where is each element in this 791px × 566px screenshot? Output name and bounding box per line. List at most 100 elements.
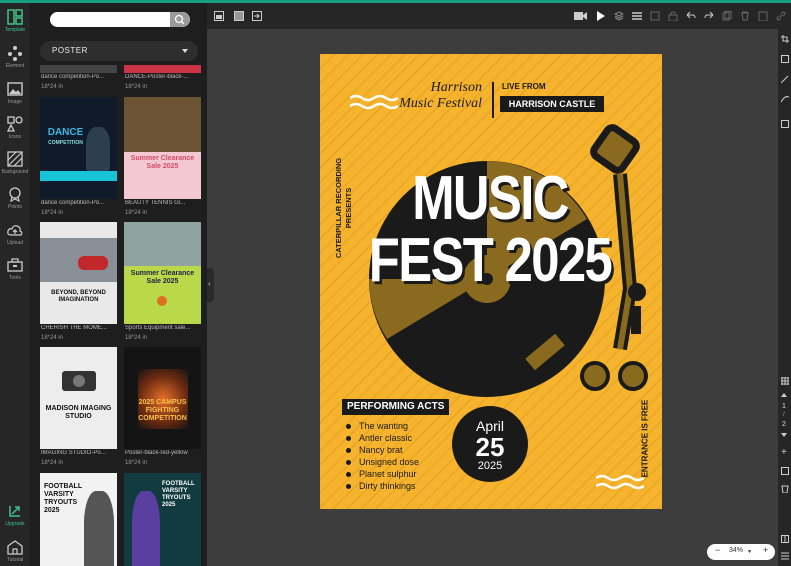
template-size: 18*24 in <box>41 335 64 341</box>
collapse-panel-handle[interactable]: ‹ <box>207 268 214 302</box>
right-tool-rail: 1 / 2 + <box>778 29 791 566</box>
template-thumb-football-1[interactable]: FOOTBALL VARSITY TRYOUTS 2025 <box>40 473 117 566</box>
rail-points-label: Points <box>8 204 22 210</box>
search-button[interactable] <box>170 12 190 27</box>
toolbox-icon <box>7 258 23 272</box>
category-dropdown[interactable]: POSTER <box>40 41 198 61</box>
category-label: POSTER <box>52 46 88 55</box>
template-caption: dance competition-Po... <box>41 74 105 80</box>
poster-artboard[interactable]: Harrison Music Festival LIVE FROM HARRIS… <box>320 54 662 509</box>
date-day: 25 <box>475 432 505 462</box>
page-down-icon[interactable] <box>781 433 787 437</box>
rail-icons-label: Icons <box>9 134 21 140</box>
delete-page-icon[interactable] <box>781 485 789 493</box>
thumb-title: MADISON IMAGING STUDIO <box>45 405 112 420</box>
zoom-value[interactable]: 34% <box>729 547 743 554</box>
template-thumb-football-2[interactable]: FOOTBALL VARSITY TRYOUTS 2025 <box>124 473 201 566</box>
redo-icon[interactable] <box>704 11 714 21</box>
copy-icon[interactable] <box>722 11 732 21</box>
thumb-title: Summer Clearance Sale 2025 <box>130 270 195 285</box>
rail-tools[interactable]: Tools <box>0 257 30 281</box>
rail-template-label: Template <box>4 27 26 33</box>
left-icon-rail: Template Element Image Icons Background … <box>0 3 30 566</box>
zoom-dropdown-icon[interactable]: ▼ <box>747 549 752 555</box>
poster-title-line1: MUSIC <box>412 164 569 233</box>
acts-list: The wanting Antler classic Nancy brat Unsig… <box>346 420 419 492</box>
book-icon[interactable] <box>781 535 789 543</box>
group-icon[interactable] <box>650 11 660 21</box>
rail-tutorial[interactable]: Tutorial <box>0 539 30 563</box>
act-name: The wanting <box>359 421 409 431</box>
act-item: Antler classic <box>346 432 419 444</box>
pages-grid-icon[interactable] <box>781 377 789 385</box>
template-thumb-beauty[interactable]: Summer Clearance Sale 2025 <box>124 97 201 199</box>
rail-points[interactable]: Points <box>0 186 30 210</box>
template-caption: BEAUTY TENNIS Gl... <box>125 200 186 206</box>
delete-icon[interactable] <box>740 11 750 21</box>
act-name: Unsigned dose <box>359 457 420 467</box>
rail-upload-label: Upload <box>7 240 23 246</box>
cloud-upload-icon <box>7 225 23 236</box>
photo-icon[interactable] <box>781 120 789 128</box>
clipboard-icon[interactable] <box>758 11 768 21</box>
zoom-in-button[interactable]: + <box>763 545 768 555</box>
brush-icon[interactable] <box>781 75 789 83</box>
poster-title-line2: FEST 2025 <box>368 226 613 295</box>
lock-icon[interactable] <box>668 11 678 21</box>
thumb-sub: COMPETITION <box>48 140 83 146</box>
top-toolbar <box>207 3 791 29</box>
rail-element[interactable]: Element <box>0 45 30 69</box>
search-input[interactable] <box>50 12 190 27</box>
act-name: Antler classic <box>359 433 413 443</box>
page-current: 1 <box>782 403 786 410</box>
rail-template[interactable]: Template <box>0 9 30 33</box>
header-divider <box>492 82 494 118</box>
template-thumb-partial-1[interactable] <box>40 65 117 73</box>
zoom-out-button[interactable]: − <box>715 545 720 555</box>
template-thumb-imaging[interactable]: MADISON IMAGING STUDIO <box>40 347 117 449</box>
template-thumb-campus[interactable]: 2025 CAMPUS FIGHTING COMPETITION <box>124 347 201 449</box>
rail-element-label: Element <box>5 63 25 69</box>
list-icon[interactable] <box>781 552 789 560</box>
rail-upgrade[interactable]: Upgrade <box>0 503 30 527</box>
act-name: Nancy brat <box>359 445 403 455</box>
upgrade-icon <box>9 506 20 517</box>
crop-icon[interactable] <box>781 35 789 43</box>
poster-title: MUSIC FEST 2025 <box>367 168 613 292</box>
bullet-icon <box>346 436 351 442</box>
frame-icon[interactable] <box>214 11 224 21</box>
play-icon[interactable] <box>596 11 606 21</box>
rail-tools-label: Tools <box>9 275 21 281</box>
link-icon[interactable] <box>776 11 786 21</box>
undo-icon[interactable] <box>686 11 696 21</box>
act-item: Planet sulphur <box>346 468 419 480</box>
entrance-text: ENTRANCE IS FREE <box>640 399 650 478</box>
video-icon[interactable] <box>574 11 587 21</box>
rail-image[interactable]: Image <box>0 81 30 105</box>
rail-image-label: Image <box>8 99 22 105</box>
template-caption: Poster-black-red-yellow <box>125 450 188 456</box>
duplicate-page-icon[interactable] <box>781 467 789 475</box>
layers-icon[interactable] <box>614 11 624 21</box>
bullet-icon <box>346 472 351 478</box>
grid-icon[interactable] <box>234 11 244 21</box>
template-thumb-sports[interactable]: Summer Clearance Sale 2025 <box>124 222 201 324</box>
rail-icons[interactable]: Icons <box>0 116 30 140</box>
template-thumb-cherish[interactable]: BEYOND, BEYOND IMAGINATION <box>40 222 117 324</box>
page-up-icon[interactable] <box>781 393 787 397</box>
arrange-icon[interactable] <box>781 55 789 63</box>
date-year: 2025 <box>477 460 503 472</box>
bullet-icon <box>346 460 351 466</box>
bullet-icon <box>346 424 351 430</box>
add-page-icon[interactable]: + <box>781 447 787 458</box>
rail-background[interactable]: Background <box>0 151 30 175</box>
act-name: Dirty thinkings <box>359 481 416 491</box>
menu-icon[interactable] <box>632 11 642 21</box>
template-caption: DANCE-Poster-black-... <box>125 74 189 80</box>
rail-upload[interactable]: Upload <box>0 222 30 246</box>
import-icon[interactable] <box>252 11 262 21</box>
template-thumb-dance[interactable]: DANCE COMPETITION <box>40 97 117 199</box>
curve-icon[interactable] <box>781 95 789 103</box>
template-thumb-partial-2[interactable] <box>124 65 201 73</box>
chevron-left-icon: ‹ <box>208 279 211 288</box>
